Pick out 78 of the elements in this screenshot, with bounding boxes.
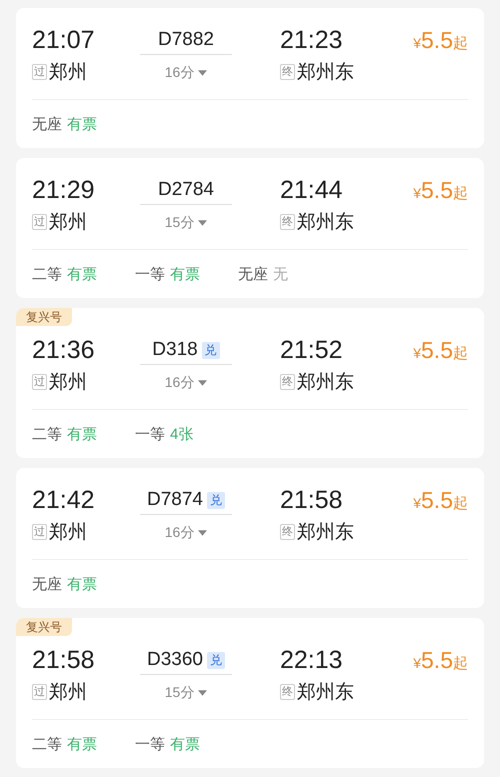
seat-availability: 有票 (170, 734, 200, 754)
station-name: 郑州东 (297, 371, 354, 395)
seat-availability: 4张 (170, 424, 194, 444)
seat-availability: 有票 (170, 264, 200, 284)
terminal-tag: 终 (280, 214, 295, 230)
seat-class: 二等 (32, 264, 62, 284)
terminal-tag: 终 (280, 374, 295, 390)
seat-class: 一等 (135, 264, 165, 284)
via-tag: 过 (32, 64, 47, 80)
redeem-tag: 兑 (207, 652, 225, 668)
seat-class: 一等 (135, 734, 165, 754)
arrival-time: 22:13 (280, 646, 344, 674)
train-number: D2784 (158, 179, 214, 201)
caret-icon (198, 380, 208, 386)
train-number: D318 (152, 339, 198, 361)
price-label: ¥5.5起 (413, 336, 468, 365)
station-name: 郑州 (49, 371, 87, 395)
seat-availability: 有票 (67, 574, 97, 594)
seat-availability: 有票 (67, 264, 97, 284)
train-card[interactable]: 21:07 过 郑州 D7882 16分 21:23 终 郑州东 ¥5.5起 无座 有票 (16, 8, 484, 148)
seat-availability: 有票 (67, 114, 97, 134)
caret-icon (198, 690, 208, 696)
arrival-time: 21:23 (280, 26, 344, 54)
seat-class: 二等 (32, 424, 62, 444)
terminal-tag: 终 (280, 524, 295, 540)
station-name: 郑州东 (297, 521, 354, 545)
train-card[interactable]: 复兴号 21:58 过 郑州 D3360 兑 15分 22:13 终 郑州东 ¥5.5起 二等 有票 一等 有票 (16, 618, 484, 768)
terminal-tag: 终 (280, 684, 295, 700)
redeem-tag: 兑 (207, 492, 225, 508)
seat-availability: 无 (273, 264, 288, 284)
seat-availability: 有票 (67, 734, 97, 754)
station-name: 郑州 (49, 681, 87, 705)
departure-time: 21:42 (32, 486, 96, 514)
train-type-badge: 复兴号 (16, 618, 72, 636)
caret-icon (198, 220, 208, 226)
station-name: 郑州 (49, 211, 87, 235)
caret-icon (198, 70, 208, 76)
price-label: ¥5.5起 (413, 176, 468, 205)
station-name: 郑州东 (297, 211, 354, 235)
seat-availability: 有票 (67, 424, 97, 444)
seat-class: 二等 (32, 734, 62, 754)
train-number: D7882 (158, 29, 214, 51)
price-label: ¥5.5起 (413, 646, 468, 675)
seat-class: 无座 (32, 114, 62, 134)
price-label: ¥5.5起 (413, 26, 468, 55)
duration-dropdown[interactable]: 16分 (164, 61, 208, 85)
terminal-tag: 终 (280, 64, 295, 80)
duration-dropdown[interactable]: 15分 (164, 681, 208, 705)
arrival-time: 21:58 (280, 486, 344, 514)
train-card[interactable]: 21:42 过 郑州 D7874 兑 16分 21:58 终 郑州东 ¥5.5起 无座 有票 (16, 468, 484, 608)
via-tag: 过 (32, 684, 47, 700)
station-name: 郑州 (49, 61, 87, 85)
train-card[interactable]: 21:29 过 郑州 D2784 15分 21:44 终 郑州东 ¥5.5起 二等 有票 一等 有票 无座 无 (16, 158, 484, 298)
duration-dropdown[interactable]: 16分 (164, 521, 208, 545)
station-name: 郑州东 (297, 61, 354, 85)
departure-time: 21:29 (32, 176, 96, 204)
duration-dropdown[interactable]: 16分 (164, 371, 208, 395)
station-name: 郑州东 (297, 681, 354, 705)
departure-time: 21:07 (32, 26, 96, 54)
seat-class: 无座 (32, 574, 62, 594)
redeem-tag: 兑 (202, 342, 220, 358)
train-number: D3360 (147, 649, 203, 671)
departure-time: 21:36 (32, 336, 96, 364)
arrival-time: 21:44 (280, 176, 344, 204)
seat-class: 无座 (238, 264, 268, 284)
train-type-badge: 复兴号 (16, 308, 72, 326)
duration-dropdown[interactable]: 15分 (164, 211, 208, 235)
departure-time: 21:58 (32, 646, 96, 674)
via-tag: 过 (32, 374, 47, 390)
seat-class: 一等 (135, 424, 165, 444)
via-tag: 过 (32, 524, 47, 540)
price-label: ¥5.5起 (413, 486, 468, 515)
train-number: D7874 (147, 489, 203, 511)
station-name: 郑州 (49, 521, 87, 545)
arrival-time: 21:52 (280, 336, 344, 364)
caret-icon (198, 530, 208, 536)
train-card[interactable]: 复兴号 21:36 过 郑州 D318 兑 16分 21:52 终 郑州东 ¥5.5起 二等 有票 一等 4张 (16, 308, 484, 458)
via-tag: 过 (32, 214, 47, 230)
